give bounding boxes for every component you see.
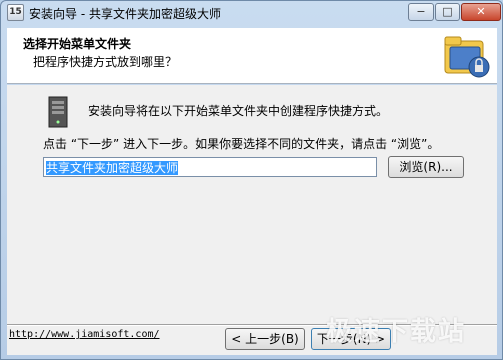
installer-window: 15 安装向导 - 共享文件夹加密超级大师 − □ ✕ 选择开始菜单文件夹 把程… [0,0,503,360]
wizard-header: 选择开始菜单文件夹 把程序快捷方式放到哪里？ [7,28,497,84]
folder-value: 共享文件夹加密超级大师 [46,161,179,175]
close-button[interactable]: ✕ [461,3,501,21]
info-text: 安装向导将在以下开始菜单文件夹中创建程序快捷方式。 [88,104,389,118]
back-button[interactable]: < 上一步(B) [225,328,305,350]
browse-button[interactable]: 浏览(R)... [388,156,464,178]
prompt-text: 点击 “下一步” 进入下一步。如果你要选择不同的文件夹，请点击 “浏览”。 [43,137,440,151]
website-link[interactable]: http://www.jiamisoft.com/ [9,329,160,340]
maximize-button[interactable]: □ [435,3,460,21]
window-title: 安装向导 - 共享文件夹加密超级大师 [29,7,221,21]
page-title: 选择开始菜单文件夹 [23,37,132,51]
computer-tower-icon [48,96,68,128]
watermark: 极速下载站 [326,317,467,347]
minimize-button[interactable]: − [408,3,434,21]
start-menu-folder-input[interactable]: 共享文件夹加密超级大师 [43,157,377,177]
app-icon: 15 [7,4,24,21]
page-subtitle: 把程序快捷方式放到哪里？ [33,55,178,69]
title-bar[interactable]: 15 安装向导 - 共享文件夹加密超级大师 − □ ✕ [1,1,502,25]
folder-lock-icon [444,36,490,78]
